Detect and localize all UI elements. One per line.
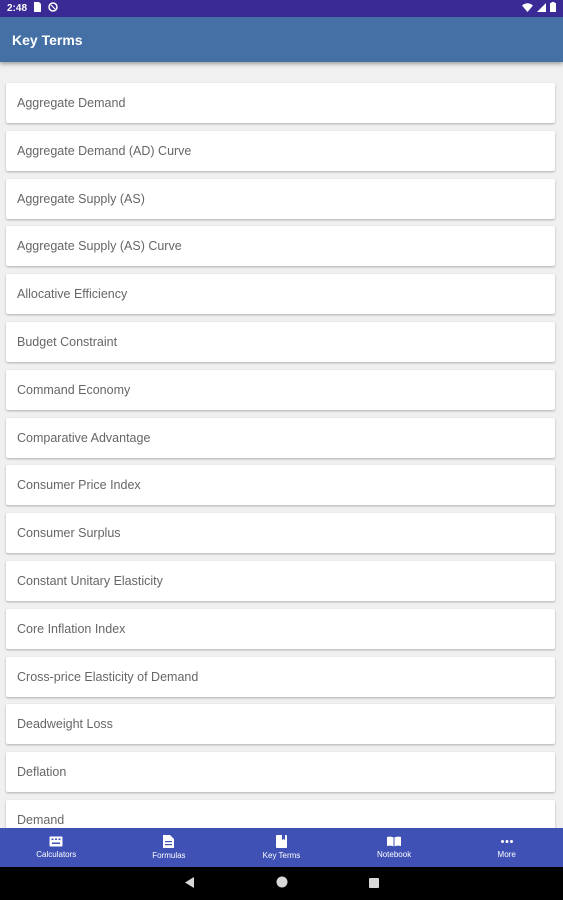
list-item[interactable]: Budget Constraint [6,322,555,362]
term-label: Demand [17,813,65,827]
home-button[interactable] [272,874,292,894]
app-bar: Key Terms [0,17,563,62]
term-label: Command Economy [17,382,131,397]
list-item[interactable]: Demand [6,800,555,828]
page-title: Key Terms [12,31,83,48]
document-icon [163,835,175,851]
list-item[interactable]: Core Inflation Index [6,608,555,649]
nav-calculators[interactable]: Calculators [0,828,113,867]
list-item[interactable]: Aggregate Supply (AS) [6,178,555,219]
status-time: 2:48 [7,3,28,14]
nav-formulas-label: Formulas [152,851,186,860]
term-label: Aggregate Demand (AD) Curve [17,143,192,158]
wifi-icon [522,2,533,15]
term-label: Consumer Price Index [17,478,141,493]
recents-square-icon [368,875,379,893]
list-item[interactable]: Aggregate Demand [6,83,555,123]
list-item[interactable]: Aggregate Demand (AD) Curve [6,130,555,171]
term-label: Deflation [17,765,67,780]
term-label: Deadweight Loss [17,717,113,732]
term-label: Budget Constraint [17,335,118,349]
calculator-icon [49,836,63,850]
nav-notebook-label: Notebook [376,850,412,859]
list-item[interactable]: Comparative Advantage [6,417,555,458]
nav-more-label: More [497,850,516,859]
bottom-navigation: Calculators Formulas Key Terms Notebook … [0,828,563,867]
back-button[interactable] [180,874,200,894]
nav-calculators-label: Calculators [36,850,77,859]
term-label: Aggregate Demand [17,96,126,110]
key-terms-list[interactable]: Aggregate Demand Aggregate Demand (AD) Cu… [0,62,563,828]
nav-formulas[interactable]: Formulas [113,828,226,867]
term-label: Cross-price Elasticity of Demand [17,669,199,684]
sim-card-icon [33,2,42,15]
term-label: Aggregate Supply (AS) Curve [17,239,182,254]
more-icon [500,836,514,850]
term-label: Aggregate Supply (AS) [17,191,145,206]
list-item[interactable]: Consumer Price Index [6,465,555,506]
term-label: Constant Unitary Elasticity [17,574,163,588]
term-label: Comparative Advantage [17,430,151,445]
term-label: Core Inflation Index [17,621,126,636]
list-item[interactable]: Deflation [6,752,555,793]
list-item[interactable]: Deadweight Loss [6,704,555,745]
list-item[interactable]: Constant Unitary Elasticity [6,561,555,601]
signal-icon [537,2,546,15]
home-circle-icon [276,875,288,893]
battery-icon [550,2,556,15]
system-navigation-bar [0,867,563,900]
term-label: Consumer Surplus [17,526,121,541]
list-item[interactable]: Allocative Efficiency [6,274,555,315]
nav-key-terms-label: Key Terms [262,851,301,860]
notebook-icon [386,836,402,850]
recents-button[interactable] [364,874,384,894]
status-bar: 2:48 [0,0,563,17]
term-label: Allocative Efficiency [17,287,128,302]
list-item[interactable]: Cross-price Elasticity of Demand [6,656,555,697]
list-item[interactable]: Command Economy [6,369,555,410]
back-triangle-icon [184,875,195,893]
list-item[interactable]: Aggregate Supply (AS) Curve [6,226,555,267]
list-item[interactable]: Consumer Surplus [6,513,555,554]
nav-notebook[interactable]: Notebook [338,828,451,867]
vpn-icon [48,2,58,15]
nav-more[interactable]: More [450,828,563,867]
book-icon [275,835,287,851]
nav-key-terms[interactable]: Key Terms [225,828,338,867]
